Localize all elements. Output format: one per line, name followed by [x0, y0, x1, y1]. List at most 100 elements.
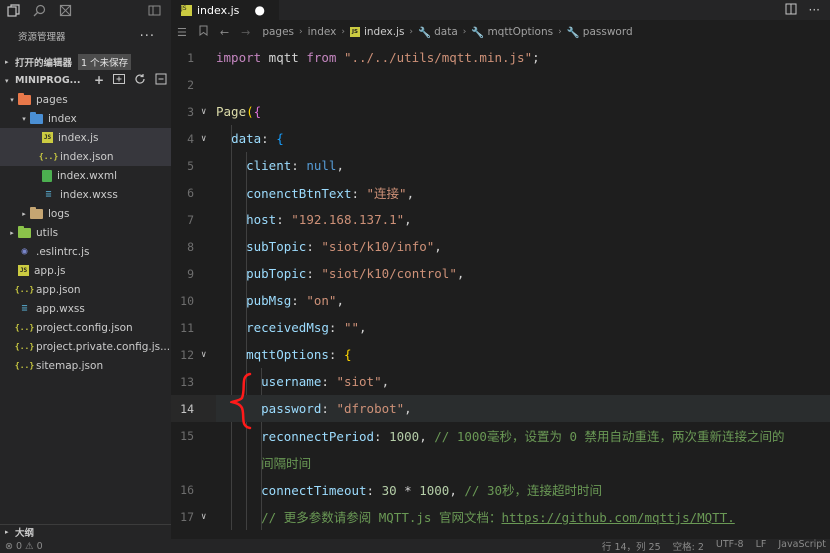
new-folder-icon[interactable]: [113, 73, 125, 88]
line-number: 3: [187, 104, 194, 119]
project-section[interactable]: ▾ MINIPROG... +: [0, 71, 171, 90]
breadcrumb-item[interactable]: index: [308, 26, 337, 38]
tree-item[interactable]: ▸ logs: [0, 204, 171, 223]
more-actions-icon[interactable]: ···: [809, 3, 820, 18]
open-editors-section[interactable]: ▸ 打开的编辑器 1 个未保存: [0, 52, 171, 71]
explorer-title: 资源管理器 ···: [0, 20, 171, 52]
code-line[interactable]: 13 username: "siot",: [171, 368, 830, 395]
code-text: connectTimeout: 30 * 1000, // 30秒，连接超时时间: [261, 483, 603, 498]
breadcrumb-item[interactable]: pages: [262, 26, 294, 38]
tree-item-label: index: [48, 112, 77, 125]
js-file-icon: JS: [181, 4, 192, 16]
status-bar: ⊗ 0 ⚠ 0 行 14，列 25 空格: 2 UTF-8 LF JavaScr…: [0, 539, 830, 553]
fold-chevron-icon[interactable]: ∨: [201, 107, 206, 117]
forward-arrow-icon[interactable]: →: [241, 26, 250, 39]
chevron-right-icon: ▸: [10, 228, 14, 237]
line-number: 8: [187, 239, 194, 254]
tree-item[interactable]: {..} index.json: [0, 147, 171, 166]
chevron-right-icon: ▸: [22, 209, 26, 218]
code-line[interactable]: 2: [171, 71, 830, 98]
code-line[interactable]: 12 ∨ mqttOptions: {: [171, 341, 830, 368]
code-line[interactable]: 10 pubMsg: "on",: [171, 287, 830, 314]
code-line[interactable]: 间隔时间: [171, 449, 830, 476]
breadcrumb-item[interactable]: password: [583, 26, 633, 38]
tree-item[interactable]: ≡ index.wxss: [0, 185, 171, 204]
chevron-right-icon: ›: [558, 27, 562, 37]
tree-item[interactable]: {..} project.config.json: [0, 318, 171, 337]
code-line[interactable]: 14 password: "dfrobot",: [171, 395, 830, 422]
code-line[interactable]: 16 connectTimeout: 30 * 1000, // 30秒，连接超…: [171, 476, 830, 503]
chevron-right-icon: ›: [409, 27, 414, 37]
unsaved-dot-icon[interactable]: ●: [255, 3, 265, 17]
code-line[interactable]: 11 receivedMsg: "",: [171, 314, 830, 341]
refresh-icon[interactable]: [134, 73, 146, 88]
outline-section[interactable]: ▸ 大纲: [0, 524, 171, 539]
collapse-all-icon[interactable]: [155, 73, 167, 88]
code-line[interactable]: 1 import mqtt from "../../utils/mqtt.min.…: [171, 44, 830, 71]
line-number: 12: [180, 347, 194, 362]
list-icon[interactable]: ☰: [177, 26, 187, 39]
fold-chevron-icon[interactable]: ∨: [201, 350, 206, 360]
explorer-sidebar: 资源管理器 ··· ▸ 打开的编辑器 1 个未保存 ▾ MINIPROG... …: [0, 0, 171, 539]
cursor-position[interactable]: 行 14，列 25: [602, 539, 661, 553]
tree-item[interactable]: ▸ utils: [0, 223, 171, 242]
wxml-file-icon: [42, 169, 52, 182]
breadcrumb-item[interactable]: data: [434, 26, 458, 38]
code-line[interactable]: 3 ∨ Page({: [171, 98, 830, 125]
fold-chevron-icon[interactable]: ∨: [201, 134, 206, 144]
code-line[interactable]: 15 reconnectPeriod: 1000, // 1000毫秒，设置为 …: [171, 422, 830, 449]
json-file-icon: {..}: [14, 361, 35, 370]
back-arrow-icon[interactable]: ←: [220, 26, 229, 39]
line-number: 17: [180, 509, 194, 524]
end-of-line[interactable]: LF: [756, 539, 767, 553]
code-text: receivedMsg: "",: [246, 320, 367, 335]
line-number: 6: [187, 185, 194, 200]
search-icon[interactable]: [32, 3, 46, 17]
breadcrumb-item[interactable]: mqttOptions: [487, 26, 553, 38]
tree-item[interactable]: index.wxml: [0, 166, 171, 185]
language-mode[interactable]: JavaScript: [778, 539, 826, 553]
code-editor[interactable]: 1 import mqtt from "../../utils/mqtt.min.…: [171, 44, 830, 539]
new-file-icon[interactable]: +: [94, 73, 104, 88]
split-editor-icon[interactable]: [785, 3, 797, 18]
breadcrumb-item[interactable]: index.js: [364, 26, 404, 38]
more-actions-icon[interactable]: ···: [140, 29, 155, 44]
tree-item-label: index.js: [58, 131, 99, 144]
code-text: data: {: [231, 131, 284, 146]
tree-item[interactable]: JS app.js: [0, 261, 171, 280]
code-line[interactable]: 4 ∨ data: {: [171, 125, 830, 152]
indentation[interactable]: 空格: 2: [673, 539, 704, 553]
breadcrumb: ☰ ← → pages › index › JS index.js › 🔧 da…: [171, 20, 830, 44]
tree-item-label: logs: [48, 207, 70, 220]
fold-chevron-icon[interactable]: ∨: [201, 512, 206, 522]
tree-item[interactable]: {..} app.json: [0, 280, 171, 299]
bookmark-icon[interactable]: [199, 25, 208, 39]
tree-item[interactable]: {..} project.private.config.js...: [0, 337, 171, 356]
code-line[interactable]: 17 ∨ // 更多参数请参阅 MQTT.js 官网文档：https://gith…: [171, 503, 830, 530]
tree-item[interactable]: ▾ index: [0, 109, 171, 128]
chevron-right-icon: ▸: [5, 57, 9, 66]
code-line[interactable]: 5 client: null,: [171, 152, 830, 179]
line-number: 11: [180, 320, 194, 335]
code-line[interactable]: 9 pubTopic: "siot/k10/control",: [171, 260, 830, 287]
extensions-icon[interactable]: [58, 3, 72, 17]
eslint-file-icon: ◉: [21, 246, 28, 257]
line-number: 2: [187, 77, 194, 92]
files-icon[interactable]: [6, 3, 20, 17]
code-line[interactable]: 8 subTopic: "siot/k10/info",: [171, 233, 830, 260]
tree-item[interactable]: JS index.js: [0, 128, 171, 147]
tab-index-js[interactable]: JS index.js ●: [171, 0, 279, 20]
tree-item[interactable]: ≡ app.wxss: [0, 299, 171, 318]
tree-item-label: app.js: [34, 264, 66, 277]
toggle-panel-icon[interactable]: [147, 3, 161, 17]
tree-item[interactable]: ▾ pages: [0, 90, 171, 109]
problems-count[interactable]: ⊗ 0 ⚠ 0: [5, 541, 43, 552]
code-line[interactable]: 6 conenctBtnText: "连接",: [171, 179, 830, 206]
code-line[interactable]: 7 host: "192.168.137.1",: [171, 206, 830, 233]
unsaved-badge: 1 个未保存: [78, 53, 132, 70]
tree-item[interactable]: {..} sitemap.json: [0, 356, 171, 375]
tree-item[interactable]: ◉ .eslintrc.js: [0, 242, 171, 261]
line-number: 15: [180, 428, 194, 443]
tree-item-label: project.config.json: [36, 321, 133, 334]
encoding[interactable]: UTF-8: [716, 539, 744, 553]
